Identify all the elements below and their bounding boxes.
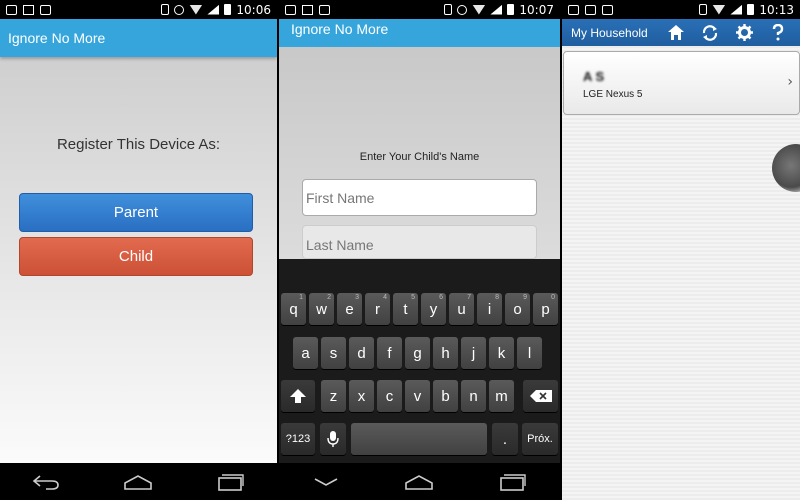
alarm-icon bbox=[457, 4, 468, 15]
recents-icon[interactable] bbox=[498, 472, 528, 492]
gear-icon[interactable] bbox=[734, 23, 754, 43]
status-time: 10:07 bbox=[519, 2, 554, 17]
child-name-screen: 10:07 Ignore No More Enter Your Child's … bbox=[279, 0, 560, 500]
nfc-icon bbox=[568, 4, 579, 15]
chevron-right-icon: › bbox=[787, 74, 793, 90]
child-button[interactable]: Child bbox=[19, 237, 253, 276]
key-k[interactable]: k bbox=[489, 337, 514, 369]
last-name-field[interactable]: Last Name bbox=[302, 225, 537, 259]
mic-icon bbox=[327, 431, 339, 447]
help-icon[interactable] bbox=[768, 23, 788, 43]
period-key[interactable]: . bbox=[492, 423, 518, 455]
app-title-bar: Ignore No More bbox=[279, 19, 560, 47]
key-a[interactable]: a bbox=[293, 337, 318, 369]
vibrate-icon bbox=[699, 4, 708, 15]
register-prompt: Register This Device As: bbox=[56, 136, 221, 153]
key-r[interactable]: r4 bbox=[365, 293, 390, 325]
backspace-key[interactable] bbox=[523, 380, 558, 412]
key-y[interactable]: y6 bbox=[421, 293, 446, 325]
status-time: 10:06 bbox=[236, 2, 271, 17]
recents-icon[interactable] bbox=[216, 472, 246, 492]
key-q[interactable]: q1 bbox=[281, 293, 306, 325]
nav-bar bbox=[279, 463, 560, 500]
key-s[interactable]: s bbox=[321, 337, 346, 369]
signal-icon bbox=[207, 4, 220, 15]
parent-button[interactable]: Parent bbox=[19, 193, 253, 232]
gmail-icon bbox=[23, 4, 34, 15]
key-x[interactable]: x bbox=[349, 380, 374, 412]
space-key[interactable] bbox=[351, 423, 487, 455]
shift-icon bbox=[290, 389, 306, 403]
key-f[interactable]: f bbox=[377, 337, 402, 369]
register-screen: 10:06 Ignore No More Register This Devic… bbox=[0, 0, 277, 500]
wifi-icon bbox=[189, 4, 203, 15]
device-owner-name: A S bbox=[583, 69, 605, 84]
nav-home-icon[interactable] bbox=[404, 472, 434, 492]
backspace-icon bbox=[529, 390, 552, 402]
key-u[interactable]: u7 bbox=[449, 293, 474, 325]
battery-icon bbox=[507, 4, 515, 15]
image-notification-icon bbox=[6, 4, 17, 15]
key-n[interactable]: n bbox=[461, 380, 486, 412]
key-g[interactable]: g bbox=[405, 337, 430, 369]
key-d[interactable]: d bbox=[349, 337, 374, 369]
key-l[interactable]: l bbox=[517, 337, 542, 369]
next-key[interactable]: Próx. bbox=[522, 423, 558, 455]
key-w[interactable]: w2 bbox=[309, 293, 334, 325]
vibrate-icon bbox=[161, 4, 170, 15]
key-j[interactable]: j bbox=[461, 337, 486, 369]
signal-icon bbox=[490, 4, 503, 15]
household-title: My Household bbox=[571, 25, 648, 40]
key-m[interactable]: m bbox=[489, 380, 514, 412]
notification-icon bbox=[585, 4, 596, 15]
key-z[interactable]: z bbox=[321, 380, 346, 412]
home-icon[interactable] bbox=[666, 23, 686, 43]
battery-icon bbox=[747, 4, 755, 15]
first-name-field[interactable]: First Name bbox=[302, 179, 537, 216]
vibrate-icon bbox=[444, 4, 453, 15]
app-title-bar: Ignore No More bbox=[0, 19, 277, 57]
key-c[interactable]: c bbox=[377, 380, 402, 412]
key-h[interactable]: h bbox=[433, 337, 458, 369]
floating-bubble[interactable] bbox=[772, 144, 800, 192]
image-notification-icon bbox=[285, 4, 296, 15]
key-o[interactable]: o9 bbox=[505, 293, 530, 325]
refresh-icon[interactable] bbox=[700, 23, 720, 43]
household-screen: 10:13 My Household A S LGE Nexus 5 › bbox=[562, 0, 800, 500]
hide-keyboard-icon[interactable] bbox=[311, 472, 341, 492]
wifi-icon bbox=[472, 4, 486, 15]
key-t[interactable]: t5 bbox=[393, 293, 418, 325]
status-bar: 10:13 bbox=[562, 0, 800, 19]
key-i[interactable]: i8 bbox=[477, 293, 502, 325]
device-list-item[interactable]: A S LGE Nexus 5 › bbox=[563, 51, 800, 115]
nav-home-icon[interactable] bbox=[123, 472, 153, 492]
notification-icon bbox=[40, 4, 51, 15]
wifi-icon bbox=[712, 4, 726, 15]
device-model: LGE Nexus 5 bbox=[583, 89, 643, 100]
app-title: Ignore No More bbox=[8, 30, 106, 46]
key-b[interactable]: b bbox=[433, 380, 458, 412]
key-v[interactable]: v bbox=[405, 380, 430, 412]
gmail-icon bbox=[302, 4, 313, 15]
alarm-icon bbox=[174, 4, 185, 15]
child-name-prompt: Enter Your Child's Name bbox=[359, 151, 480, 163]
symbols-key[interactable]: ?123 bbox=[281, 423, 315, 455]
back-icon[interactable] bbox=[31, 472, 61, 492]
mic-key[interactable] bbox=[320, 423, 346, 455]
household-title-bar: My Household bbox=[562, 19, 800, 46]
notification-icon bbox=[602, 4, 613, 15]
shift-key[interactable] bbox=[281, 380, 315, 412]
status-time: 10:13 bbox=[759, 2, 794, 17]
status-bar: 10:06 bbox=[0, 0, 277, 19]
keyboard-notification-icon bbox=[319, 4, 330, 15]
key-e[interactable]: e3 bbox=[337, 293, 362, 325]
key-p[interactable]: p0 bbox=[533, 293, 558, 325]
signal-icon bbox=[730, 4, 743, 15]
app-title: Ignore No More bbox=[291, 21, 389, 37]
soft-keyboard: q1 w2 e3 r4 t5 y6 u7 i8 o9 p0 a s d f g … bbox=[279, 259, 560, 463]
nav-bar bbox=[0, 463, 277, 500]
battery-icon bbox=[224, 4, 232, 15]
status-bar: 10:07 bbox=[279, 0, 560, 19]
